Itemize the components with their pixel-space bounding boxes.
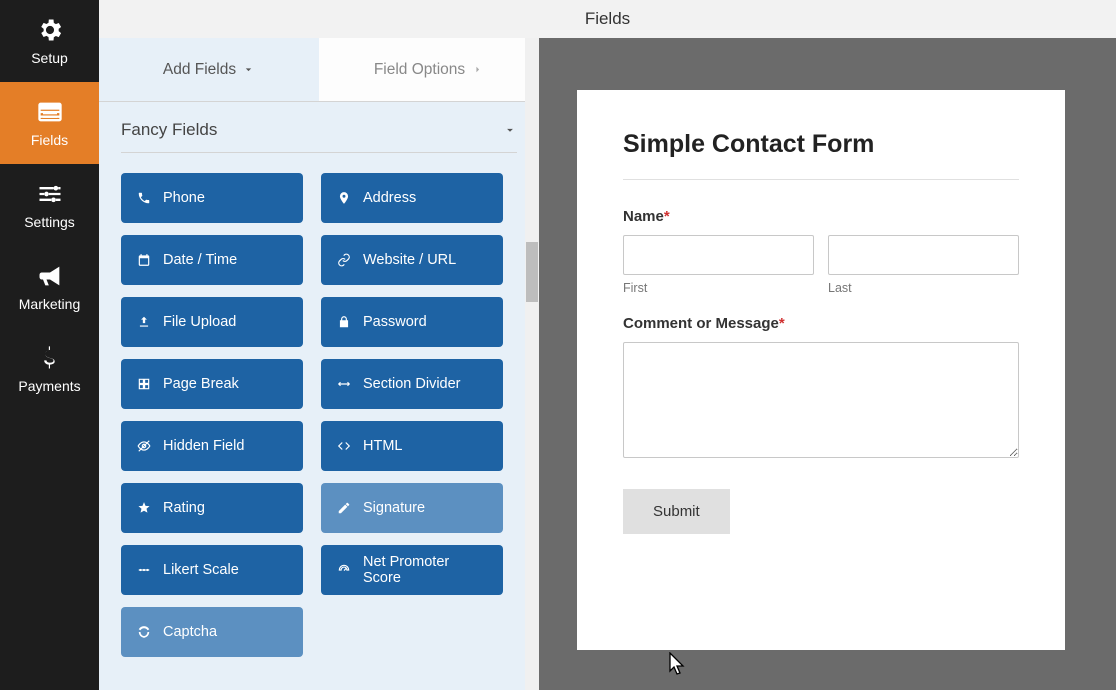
code-icon [337, 439, 351, 453]
sublabel-first: First [623, 281, 814, 295]
field-type-file-upload[interactable]: File Upload [121, 297, 303, 347]
field-label-comment: Comment or Message* [623, 315, 1019, 332]
sidebar-item-marketing[interactable]: Marketing [0, 246, 99, 328]
field-type-address[interactable]: Address [321, 173, 503, 223]
form-preview[interactable]: Simple Contact Form Name* First Last [577, 90, 1065, 650]
sublabel-last: Last [828, 281, 1019, 295]
required-asterisk: * [664, 208, 670, 225]
chevron-right-icon [471, 63, 484, 76]
submit-button[interactable]: Submit [623, 489, 730, 534]
pencil-icon [337, 501, 351, 515]
eye-off-icon [137, 439, 151, 453]
field-type-date-time[interactable]: Date / Time [121, 235, 303, 285]
field-type-section-divider[interactable]: Section Divider [321, 359, 503, 409]
link-icon [337, 253, 351, 267]
tab-add-fields[interactable]: Add Fields [99, 38, 319, 101]
sliders-icon [36, 180, 64, 208]
field-label-name: Name* [623, 208, 1019, 225]
sidebar-label: Marketing [19, 296, 80, 312]
field-type-website-url[interactable]: Website / URL [321, 235, 503, 285]
phone-icon [137, 191, 151, 205]
field-type-password[interactable]: Password [321, 297, 503, 347]
star-icon [137, 501, 151, 515]
form-title: Simple Contact Form [623, 130, 1019, 159]
field-type-likert-scale[interactable]: Likert Scale [121, 545, 303, 595]
sidebar-label: Setup [31, 50, 68, 66]
recaptcha-icon [137, 625, 151, 639]
sidebar-item-settings[interactable]: Settings [0, 164, 99, 246]
field-type-phone[interactable]: Phone [121, 173, 303, 223]
form-preview-canvas: Simple Contact Form Name* First Last [539, 38, 1116, 690]
form-divider [623, 179, 1019, 180]
left-nav-sidebar: Setup Fields Settings Marketing Payments [0, 0, 99, 690]
sidebar-label: Fields [31, 132, 68, 148]
page-title-bar: Fields [99, 0, 1116, 38]
sidebar-item-fields[interactable]: Fields [0, 82, 99, 164]
page-title: Fields [585, 9, 630, 29]
form-icon [36, 98, 64, 126]
gear-icon [36, 16, 64, 44]
chevron-down-icon [242, 63, 255, 76]
sidebar-label: Settings [24, 214, 75, 230]
tab-field-options[interactable]: Field Options [319, 38, 539, 101]
arrows-h-icon [337, 377, 351, 391]
pin-icon [337, 191, 351, 205]
gauge-icon [337, 563, 351, 577]
calendar-icon [137, 253, 151, 267]
fields-panel: Add Fields Field Options Fancy Fields Ph… [99, 38, 539, 690]
pages-icon [137, 377, 151, 391]
bullhorn-icon [36, 262, 64, 290]
first-name-input[interactable] [623, 235, 814, 275]
sidebar-item-payments[interactable]: Payments [0, 328, 99, 410]
last-name-input[interactable] [828, 235, 1019, 275]
field-type-rating[interactable]: Rating [121, 483, 303, 533]
upload-icon [137, 315, 151, 329]
dollar-icon [36, 344, 64, 372]
field-type-html[interactable]: HTML [321, 421, 503, 471]
panel-scrollbar-thumb[interactable] [526, 242, 538, 302]
sidebar-item-setup[interactable]: Setup [0, 0, 99, 82]
required-asterisk: * [779, 315, 785, 332]
section-header-fancy-fields[interactable]: Fancy Fields [121, 102, 517, 153]
likert-icon [137, 563, 151, 577]
field-type-net-promoter-score[interactable]: Net Promoter Score [321, 545, 503, 595]
comment-textarea[interactable] [623, 342, 1019, 458]
field-type-page-break[interactable]: Page Break [121, 359, 303, 409]
chevron-down-icon [503, 123, 517, 137]
field-type-captcha[interactable]: Captcha [121, 607, 303, 657]
field-type-hidden-field[interactable]: Hidden Field [121, 421, 303, 471]
sidebar-label: Payments [18, 378, 80, 394]
lock-icon [337, 315, 351, 329]
panel-scrollbar-track[interactable] [525, 38, 539, 690]
field-type-signature[interactable]: Signature [321, 483, 503, 533]
